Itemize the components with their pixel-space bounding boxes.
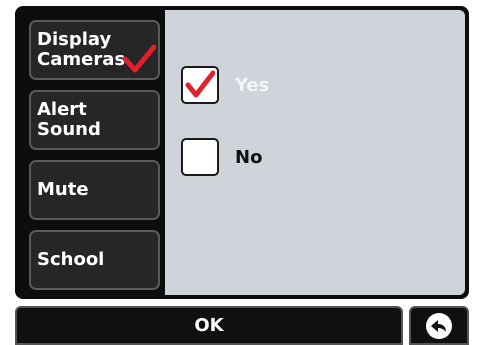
- back-button[interactable]: [409, 306, 469, 345]
- back-arrow-icon: [426, 312, 452, 339]
- options-panel: Yes No: [165, 10, 465, 295]
- yes-checkbox[interactable]: [181, 66, 219, 104]
- checkmark-icon: [185, 70, 215, 98]
- menu-item-alert-sound[interactable]: Alert Sound: [29, 90, 160, 150]
- menu-item-label: Display Cameras: [37, 29, 126, 70]
- option-no[interactable]: No: [181, 138, 262, 176]
- ok-button[interactable]: OK: [15, 306, 403, 345]
- menu-item-label: School: [37, 249, 105, 270]
- menu-item-school[interactable]: School: [29, 230, 160, 290]
- settings-frame: Display Cameras Alert Sound Mute School …: [15, 6, 469, 299]
- no-checkbox[interactable]: [181, 138, 219, 176]
- checkmark-icon: [122, 44, 156, 73]
- menu-item-label: Mute: [37, 179, 89, 200]
- ok-button-label: OK: [194, 315, 224, 336]
- menu-item-mute[interactable]: Mute: [29, 160, 160, 220]
- menu-item-label: Alert Sound: [37, 99, 101, 140]
- option-yes-label: Yes: [235, 74, 270, 96]
- option-yes[interactable]: Yes: [181, 66, 269, 104]
- settings-sidebar: Display Cameras Alert Sound Mute School: [19, 10, 164, 295]
- option-no-label: No: [235, 146, 263, 168]
- menu-item-display-cameras[interactable]: Display Cameras: [29, 20, 160, 80]
